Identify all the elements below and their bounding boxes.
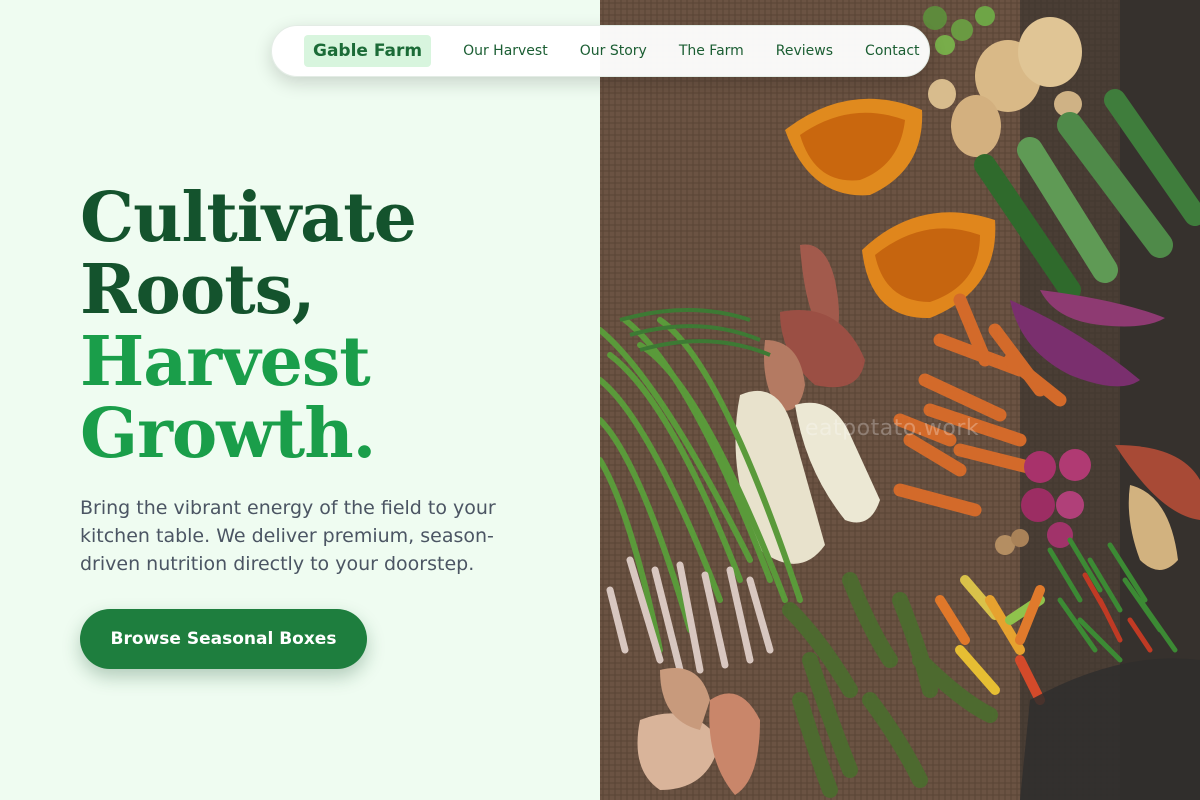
nav-link-reviews[interactable]: Reviews xyxy=(776,43,833,59)
nav-link-our-harvest[interactable]: Our Harvest xyxy=(463,43,548,59)
browse-seasonal-boxes-button[interactable]: Browse Seasonal Boxes xyxy=(80,609,367,669)
nav-link-our-story[interactable]: Our Story xyxy=(580,43,647,59)
top-navigation: Gable Farm Our Harvest Our Story The Far… xyxy=(271,25,930,77)
hero-title-line-1: Cultivate xyxy=(80,178,417,258)
hero-title-line-3: Harvest xyxy=(80,322,371,402)
hero-title-line-2: Roots, xyxy=(80,250,316,330)
brand-logo[interactable]: Gable Farm xyxy=(304,35,432,67)
hero-panel: Cultivate Roots, Harvest Growth. Bring t… xyxy=(0,0,600,800)
hero-subtitle: Bring the vibrant energy of the field to… xyxy=(80,497,496,575)
hero-title-line-4: Growth. xyxy=(80,394,376,474)
vegetables-illustration xyxy=(600,0,1200,800)
nav-link-the-farm[interactable]: The Farm xyxy=(679,43,744,59)
hero-title: Cultivate Roots, Harvest Growth. xyxy=(80,178,417,474)
image-watermark: eatpotato.work xyxy=(805,416,980,441)
vegetables-photo: eatpotato.work xyxy=(600,0,1200,800)
nav-link-contact[interactable]: Contact xyxy=(865,43,919,59)
